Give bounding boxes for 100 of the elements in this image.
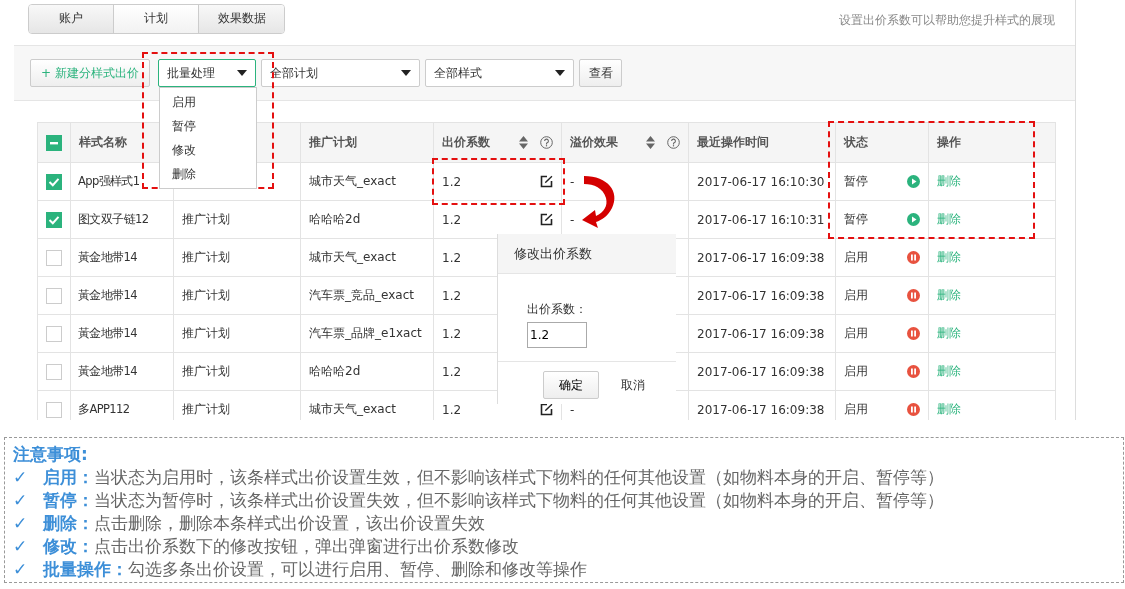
table-cell: 汽车票_竞品_exact [309, 288, 414, 302]
bid-input[interactable]: 1.2 [527, 322, 587, 348]
field-label: 出价系数： [527, 302, 587, 316]
status-text: 启用 [844, 401, 868, 418]
select-value: 批量处理 [167, 64, 215, 82]
table-cell: 2017-06-17 16:10:31 [697, 212, 825, 227]
column-header: 操作 [937, 134, 961, 151]
tab[interactable]: 计划 [114, 4, 199, 33]
sort-icon[interactable] [519, 136, 528, 149]
select-all-checkbox[interactable] [46, 134, 62, 151]
edit-icon[interactable] [540, 213, 553, 226]
table-cell: 2017-06-17 16:09:38 [697, 402, 825, 417]
row-checkbox[interactable] [46, 211, 62, 228]
note-label: 删除： [43, 512, 94, 535]
play-icon[interactable] [907, 175, 920, 188]
table-cell: 哈哈哈2d [309, 212, 361, 226]
note-text: 点击出价系数下的修改按钮，弹出弹窗进行出价系数修改 [94, 535, 519, 558]
menu-item[interactable]: 修改 [160, 138, 256, 162]
check-mark: ✓ [13, 535, 29, 558]
play-icon[interactable] [907, 213, 920, 226]
table-cell: 1.2 [442, 326, 462, 341]
help-icon[interactable] [540, 136, 553, 149]
select-value: 全部样式 [434, 64, 482, 82]
check-icon [48, 214, 60, 225]
status-text: 启用 [844, 325, 868, 342]
menu-item[interactable]: 启用 [160, 90, 256, 114]
table-cell: 黃金地带14 [78, 250, 138, 264]
note-label: 批量操作： [43, 558, 128, 581]
table-cell: 推广计划 [182, 364, 230, 378]
row-checkbox[interactable] [46, 287, 62, 304]
view-button[interactable]: 查看 [579, 59, 622, 87]
table-cell: 推广计划 [182, 402, 230, 416]
table-cell: 2017-06-17 16:09:38 [697, 364, 825, 379]
table-cell: 2017-06-17 16:10:30 [697, 174, 825, 189]
row-checkbox[interactable] [46, 173, 62, 190]
status-text: 暂停 [844, 173, 868, 190]
note-text: 勾选多条出价设置，可以进行启用、暂停、删除和修改等操作 [128, 558, 587, 581]
table-cell: 黃金地带14 [78, 364, 138, 378]
pause-icon[interactable] [907, 403, 920, 416]
pause-icon[interactable] [907, 251, 920, 264]
row-checkbox[interactable] [46, 325, 62, 342]
table-cell: - [570, 212, 575, 227]
check-mark: ✓ [13, 512, 29, 535]
menu-item[interactable]: 暂停 [160, 114, 256, 138]
confirm-button[interactable]: 确定 [543, 371, 599, 399]
table-cell: 城市天气_exact [309, 174, 396, 188]
tab[interactable]: 账户 [29, 4, 114, 33]
note-label: 修改： [43, 535, 94, 558]
caret-icon [237, 70, 247, 76]
table-cell: 汽车票_品牌_e1xact [309, 326, 422, 340]
table-cell: 2017-06-17 16:09:38 [697, 326, 825, 341]
table-cell: 多APP112 [78, 402, 130, 416]
check-mark: ✓ [13, 466, 29, 489]
pause-icon[interactable] [907, 289, 920, 302]
pause-icon[interactable] [907, 365, 920, 378]
plan-select[interactable]: 全部计划 [261, 59, 420, 87]
row-checkbox[interactable] [46, 363, 62, 380]
row-checkbox[interactable] [46, 401, 62, 418]
notes-title: 注意事项: [13, 443, 89, 466]
caret-icon [555, 70, 565, 76]
note-label: 暂停： [43, 489, 94, 512]
row-checkbox[interactable] [46, 249, 62, 266]
table-cell: 黃金地带14 [78, 326, 138, 340]
note-text: 当状态为暂停时，该条样式出价设置失效，但不影响该样式下物料的任何其他设置（如物料本身的开启、暂停等） [94, 489, 944, 512]
edit-icon[interactable] [540, 175, 553, 188]
table-cell: 1.2 [442, 250, 462, 265]
table-cell: App强样式1 [78, 174, 140, 188]
tab[interactable]: 效果数据 [199, 4, 284, 33]
check-icon [48, 176, 60, 187]
popup-title: 修改出价系数 [514, 244, 592, 263]
help-icon[interactable] [667, 136, 680, 149]
table-cell: 2017-06-17 16:09:38 [697, 250, 825, 265]
caret-icon [401, 70, 411, 76]
cancel-link[interactable]: 取消 [621, 376, 645, 394]
column-header: 最近操作时间 [697, 134, 769, 151]
check-mark: ✓ [13, 558, 29, 581]
column-header: 溢价效果 [570, 134, 618, 151]
table-cell: 哈哈哈2d [309, 364, 361, 378]
column-header: 状态 [844, 134, 868, 151]
pause-icon[interactable] [907, 327, 920, 340]
menu-item[interactable]: 删除 [160, 162, 256, 186]
edit-icon[interactable] [540, 403, 553, 416]
table-cell: 2017-06-17 16:09:38 [697, 288, 825, 303]
table-cell: 推广计划 [182, 326, 230, 340]
table-cell: 城市天气_exact [309, 402, 396, 416]
table-cell: 推广计划 [182, 288, 230, 302]
table-cell: 1.2 [442, 174, 462, 189]
table-cell: 推广计划 [182, 250, 230, 264]
sort-icon[interactable] [646, 136, 655, 149]
status-text: 暂停 [844, 211, 868, 228]
style-select[interactable]: 全部样式 [425, 59, 574, 87]
table-cell: 图文双子链12 [78, 212, 149, 226]
table-cell: 1.2 [442, 402, 462, 417]
note-text: 当状态为启用时，该条样式出价设置生效，但不影响该样式下物料的任何其他设置（如物料本身的开启、暂停等） [94, 466, 944, 489]
table-cell: 1.2 [442, 212, 462, 227]
status-text: 启用 [844, 287, 868, 304]
check-mark: ✓ [13, 489, 29, 512]
column-header: 样式名称 [79, 134, 127, 151]
table-cell: 推广计划 [182, 212, 230, 226]
table-cell: 黃金地带14 [78, 288, 138, 302]
